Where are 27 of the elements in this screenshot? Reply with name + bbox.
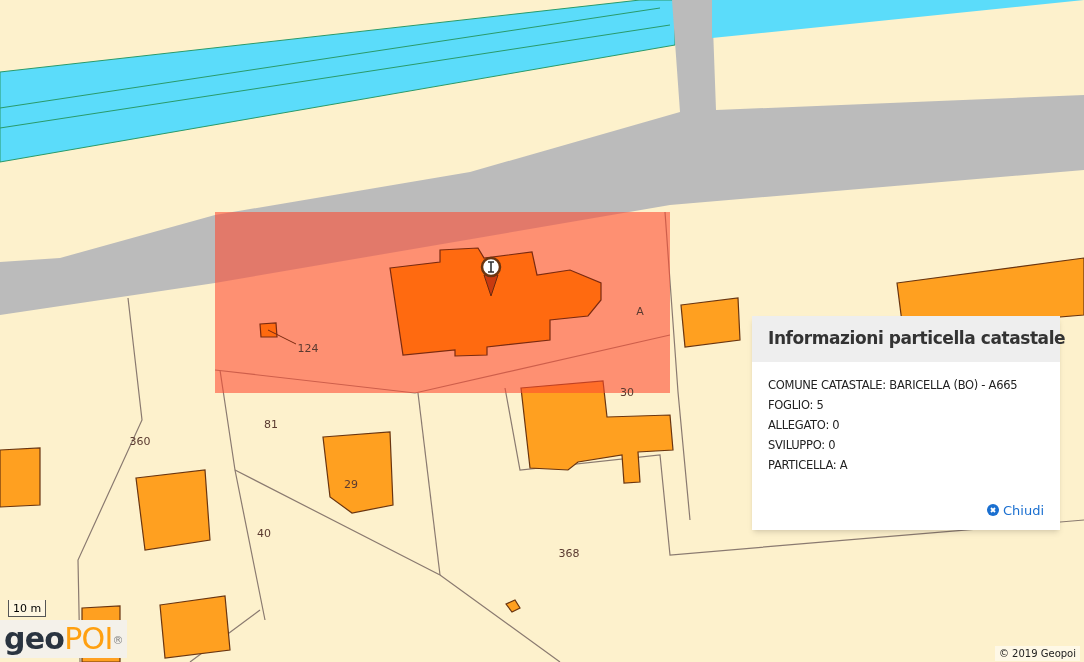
geopoi-logo[interactable]: geoPOI$^{®}$ — [0, 620, 127, 658]
close-icon — [986, 504, 999, 517]
info-line: ALLEGATO: 0 — [768, 417, 841, 434]
parcel-number: 124 — [297, 342, 319, 355]
building — [680, 297, 741, 348]
parcel-number: 30 — [620, 386, 634, 399]
building — [259, 322, 278, 338]
parcel-number: 368 — [558, 547, 580, 560]
building — [159, 595, 231, 659]
scale-bar: 10 m — [8, 600, 47, 617]
parcel-number: 40 — [257, 527, 271, 540]
building — [0, 447, 41, 508]
map-view[interactable]: 124 A 30 81 360 29 40 368 10 m geoPOI$^{®}$ Informazioni particella catastale COMUNE CATASTALE: BARICELLA (BO) - A665 FOGLIO: 5 ALLEGATO: 0 SVILUPPO: 0 PARTICELLA: A Chiudi © 2019 Geopoi — [0, 0, 1084, 662]
building — [505, 599, 521, 613]
info-line: SVILUPPO: 0 — [768, 437, 837, 454]
popup-title: Informazioni particella catastale — [768, 327, 1066, 351]
location-pin-icon[interactable] — [480, 256, 502, 297]
leader-line — [267, 329, 297, 345]
info-line: COMUNE CATASTALE: BARICELLA (BO) - A665 — [768, 377, 1019, 394]
parcel-number: 29 — [344, 478, 358, 491]
attribution-text: © 2019 Geopoi — [994, 646, 1080, 661]
info-line: FOGLIO: 5 — [768, 397, 825, 414]
parcel-number: 360 — [129, 435, 151, 448]
parcel-number: A — [636, 305, 644, 318]
close-link[interactable]: Chiudi — [986, 500, 1044, 520]
info-line: PARTICELLA: A — [768, 457, 849, 474]
parcel-number: 81 — [264, 418, 278, 431]
